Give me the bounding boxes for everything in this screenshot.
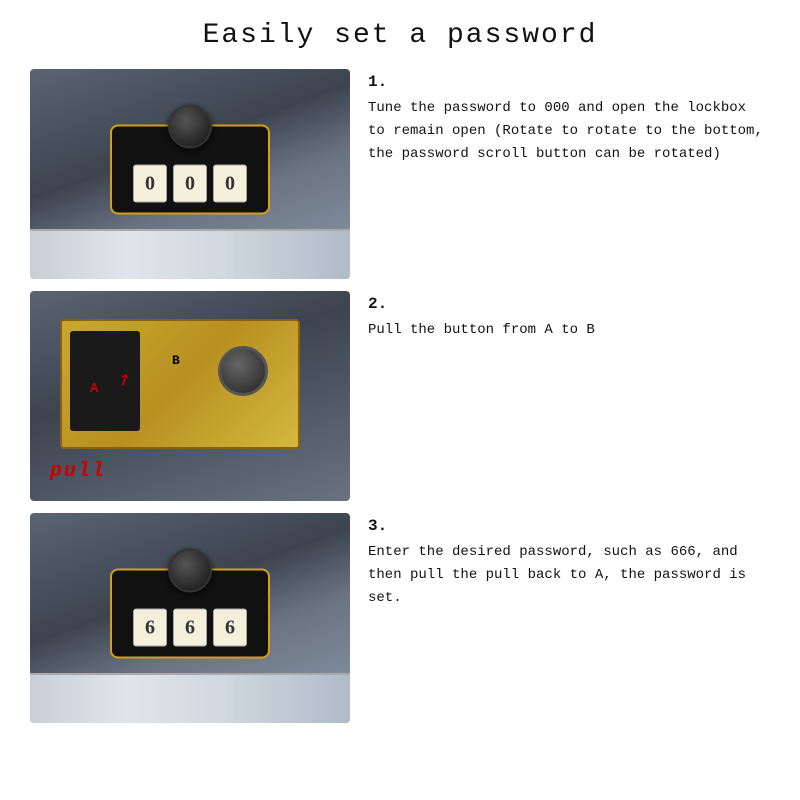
label-a: A (90, 381, 98, 397)
page-container: Easily set a password 0 0 0 1. Tune the … (0, 0, 800, 800)
digit-6-1: 6 (133, 609, 167, 647)
step-1-description: Tune the password to 000 and open the lo… (368, 97, 770, 166)
combination-dial-1 (168, 105, 212, 149)
step-3-text: 3. Enter the desired password, such as 6… (368, 513, 770, 610)
surface-line-1 (30, 229, 350, 279)
surface-line-3 (30, 673, 350, 723)
step-2-image: A B ↗ pull (30, 291, 350, 501)
mechanism-panel: A B ↗ (60, 319, 300, 449)
combination-dial-3 (168, 549, 212, 593)
digit-6-3: 6 (213, 609, 247, 647)
step-3-description: Enter the desired password, such as 666,… (368, 541, 770, 610)
step-1-number: 1. (368, 73, 770, 91)
digit-0-2: 0 (173, 165, 207, 203)
lockbox-panel-3: 6 6 6 (110, 569, 270, 659)
step-2-description: Pull the button from A to B (368, 319, 770, 342)
digit-0-3: 0 (213, 165, 247, 203)
lockbox-panel-1: 0 0 0 (110, 125, 270, 215)
page-title: Easily set a password (30, 20, 770, 51)
label-b: B (172, 353, 180, 368)
digit-6-2: 6 (173, 609, 207, 647)
step-3-image: 6 6 6 (30, 513, 350, 723)
lock-cylinder (218, 346, 268, 396)
step-2-text: 2. Pull the button from A to B (368, 291, 770, 342)
step-1-image: 0 0 0 (30, 69, 350, 279)
step-1-row: 0 0 0 1. Tune the password to 000 and op… (30, 69, 770, 279)
number-display-3: 6 6 6 (133, 609, 247, 647)
steps-container: 0 0 0 1. Tune the password to 000 and op… (30, 69, 770, 723)
step-3-row: 6 6 6 3. Enter the desired password, suc… (30, 513, 770, 723)
step-1-text: 1. Tune the password to 000 and open the… (368, 69, 770, 166)
digit-0-1: 0 (133, 165, 167, 203)
number-display-1: 0 0 0 (133, 165, 247, 203)
step-3-number: 3. (368, 517, 770, 535)
step-2-number: 2. (368, 295, 770, 313)
pull-label: pull (50, 460, 106, 483)
step-2-row: A B ↗ pull 2. Pull the button from A to … (30, 291, 770, 501)
